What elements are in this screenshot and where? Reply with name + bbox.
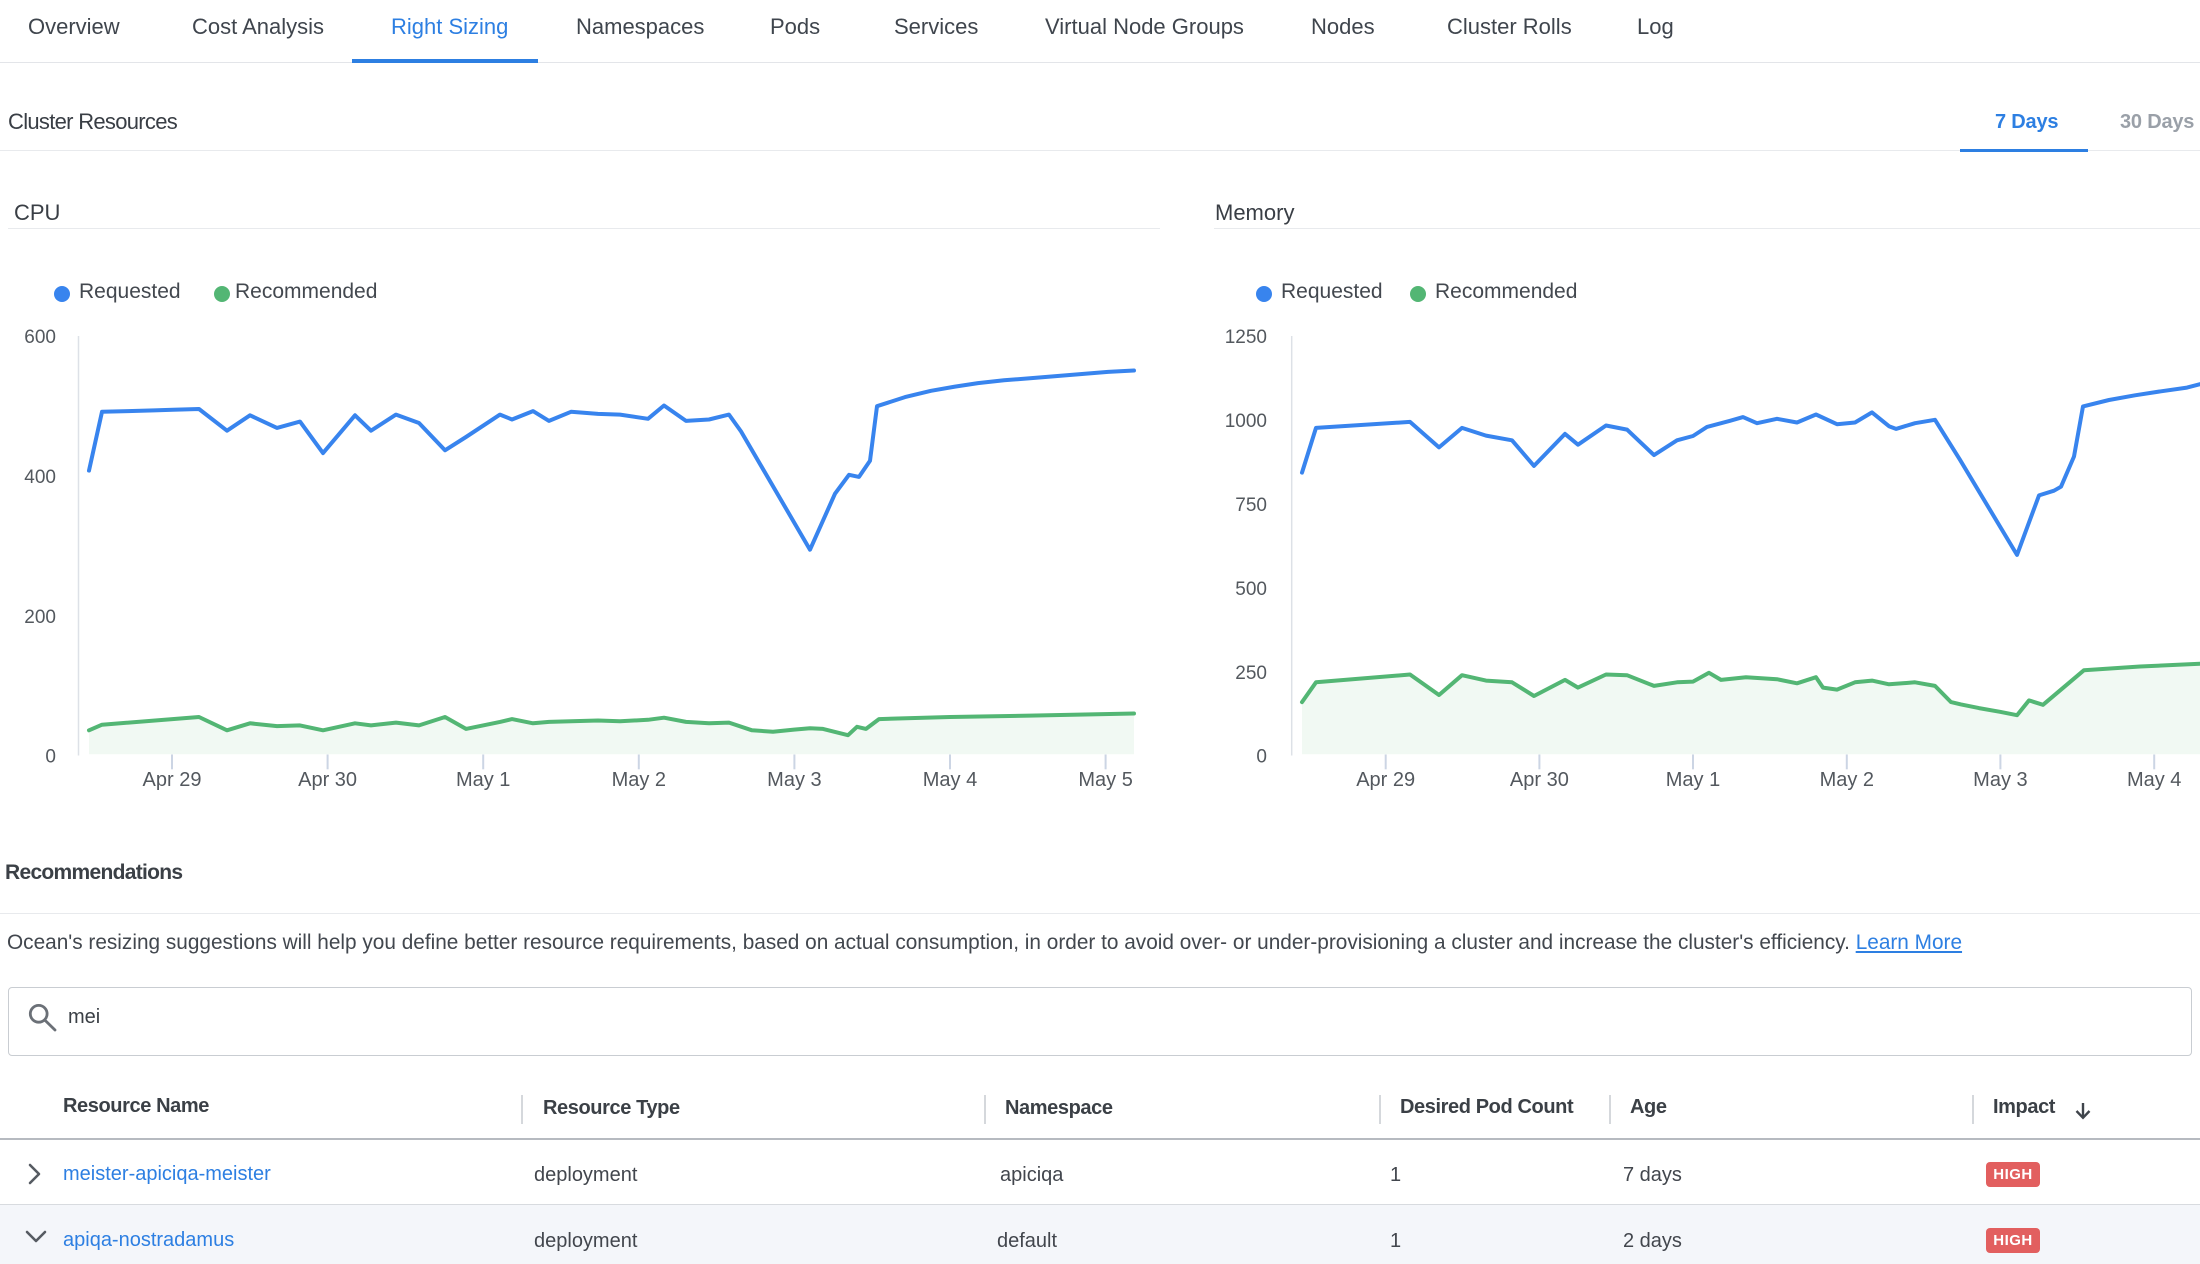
svg-text:0: 0 <box>45 747 56 768</box>
svg-text:May 2: May 2 <box>1820 769 1874 791</box>
svg-text:0: 0 <box>1256 747 1267 768</box>
svg-text:500: 500 <box>1235 579 1267 600</box>
svg-text:200: 200 <box>24 607 56 628</box>
svg-text:1250: 1250 <box>1225 327 1267 348</box>
svg-text:1000: 1000 <box>1225 411 1267 432</box>
svg-text:May 1: May 1 <box>1666 769 1720 791</box>
svg-text:400: 400 <box>24 467 56 488</box>
svg-text:May 4: May 4 <box>923 769 977 791</box>
svg-text:Apr 30: Apr 30 <box>1510 769 1569 791</box>
svg-text:Apr 30: Apr 30 <box>298 769 357 791</box>
svg-text:750: 750 <box>1235 495 1267 516</box>
svg-text:600: 600 <box>24 327 56 348</box>
svg-text:May 3: May 3 <box>767 769 821 791</box>
svg-text:May 3: May 3 <box>1973 769 2027 791</box>
svg-text:May 2: May 2 <box>612 769 666 791</box>
svg-text:May 4: May 4 <box>2127 769 2181 791</box>
svg-text:May 1: May 1 <box>456 769 510 791</box>
svg-text:250: 250 <box>1235 663 1267 684</box>
svg-text:May 5: May 5 <box>1078 769 1132 791</box>
svg-text:Apr 29: Apr 29 <box>1356 769 1415 791</box>
svg-text:Apr 29: Apr 29 <box>143 769 202 791</box>
